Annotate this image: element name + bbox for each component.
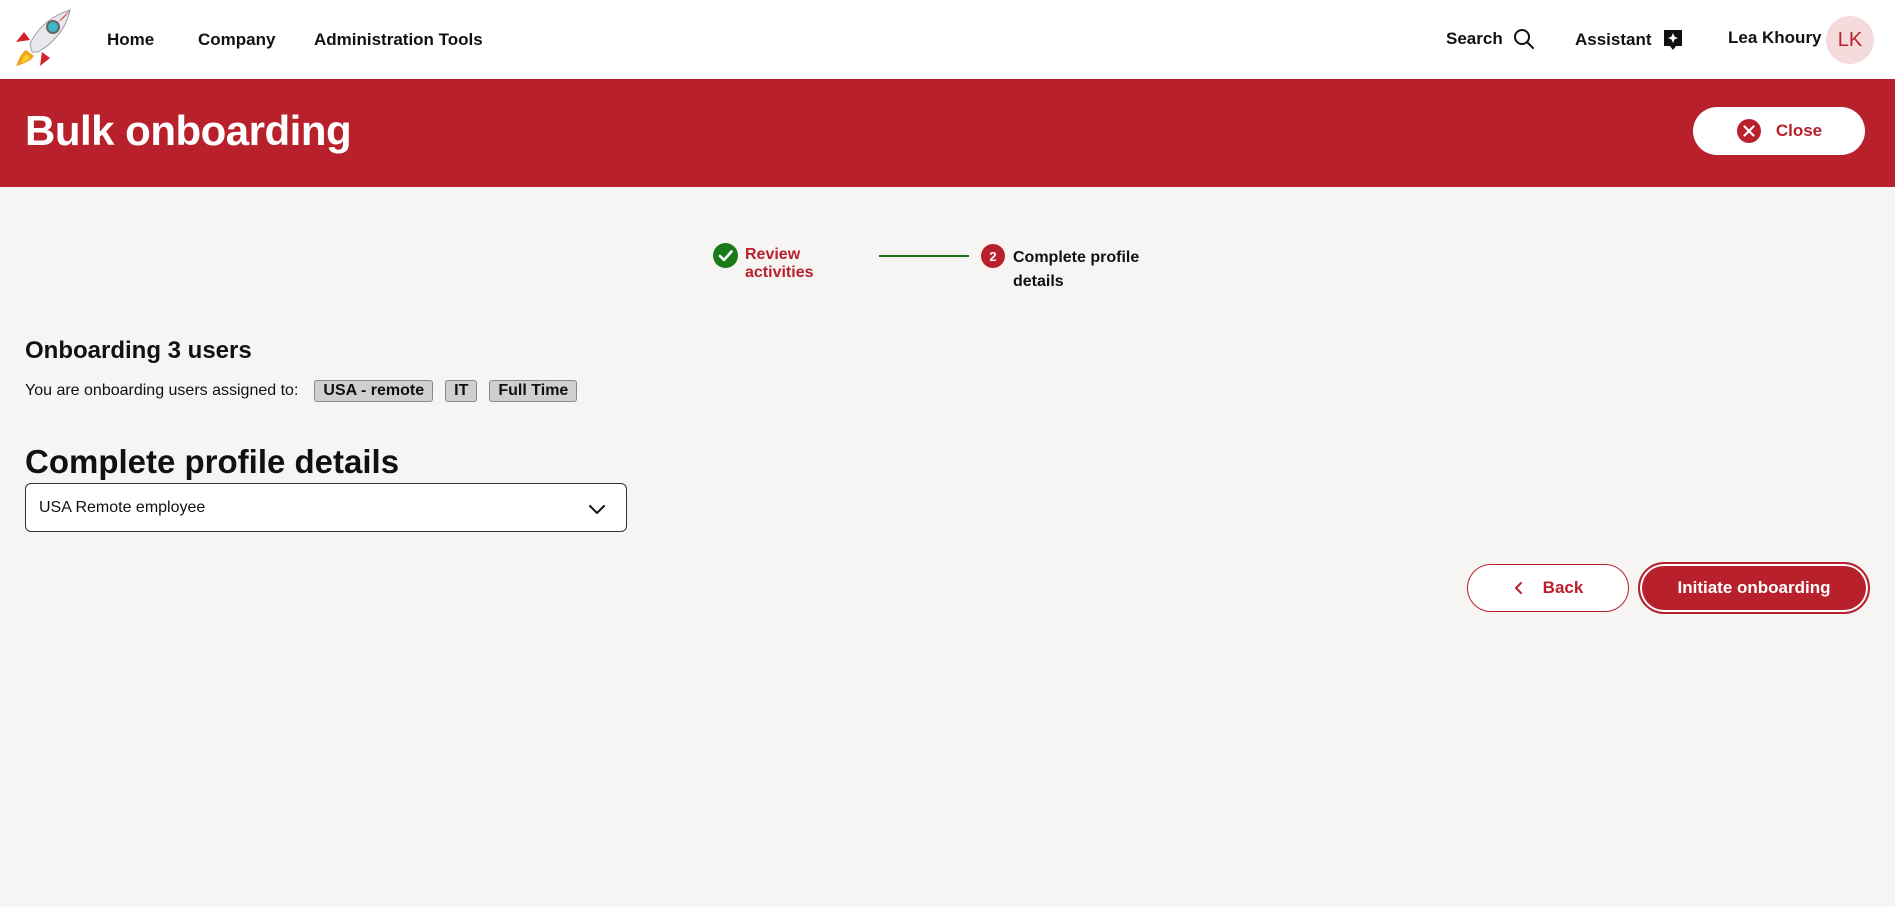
initiate-onboarding-button[interactable]: Initiate onboarding [1638,562,1870,614]
assistant-button[interactable]: Assistant [1575,28,1684,52]
assistant-sparkle-icon [1662,28,1684,52]
nav-link-home[interactable]: Home [107,30,154,50]
back-button-label: Back [1542,578,1584,597]
assistant-label: Assistant [1575,30,1652,49]
profile-template-select[interactable]: USA Remote employee [25,483,627,532]
search-button[interactable]: Search [1446,28,1535,50]
onboarding-count-heading: Onboarding 3 users [25,337,252,364]
back-button[interactable]: Back [1467,564,1629,612]
rocket-logo-icon[interactable] [12,6,76,70]
step-complete-check-icon [713,243,738,268]
nav-link-administration-tools[interactable]: Administration Tools [314,30,483,50]
search-label: Search [1446,29,1503,48]
assignment-tag: IT [445,380,478,402]
step-connector [879,255,969,257]
step-complete-profile-details: Complete profile details [1013,249,1140,290]
nav-link-company[interactable]: Company [198,30,275,50]
search-icon [1513,28,1535,50]
page-title: Bulk onboarding [25,107,352,154]
step-review-activities[interactable]: Review activities [745,246,813,282]
assignment-summary: You are onboarding users assigned to: US… [25,380,589,402]
chevron-down-icon [588,500,606,518]
section-heading: Complete profile details [25,443,400,480]
page-header-banner: Bulk onboarding Close [0,79,1895,187]
select-current-value: USA Remote employee [39,499,206,516]
close-button[interactable]: Close [1693,107,1865,155]
close-circle-icon [1736,118,1762,144]
top-navigation: Home Company Administration Tools Search… [0,0,1895,79]
user-name[interactable]: Lea Khoury [1728,28,1822,48]
close-button-label: Close [1775,121,1823,140]
user-avatar[interactable]: LK [1826,16,1874,64]
assignment-tag: Full Time [489,380,578,402]
assignment-label: You are onboarding users assigned to: [25,382,299,399]
assignment-tag: USA - remote [314,380,434,402]
step-2-number-badge: 2 [981,244,1005,268]
chevron-left-icon [1513,581,1525,595]
